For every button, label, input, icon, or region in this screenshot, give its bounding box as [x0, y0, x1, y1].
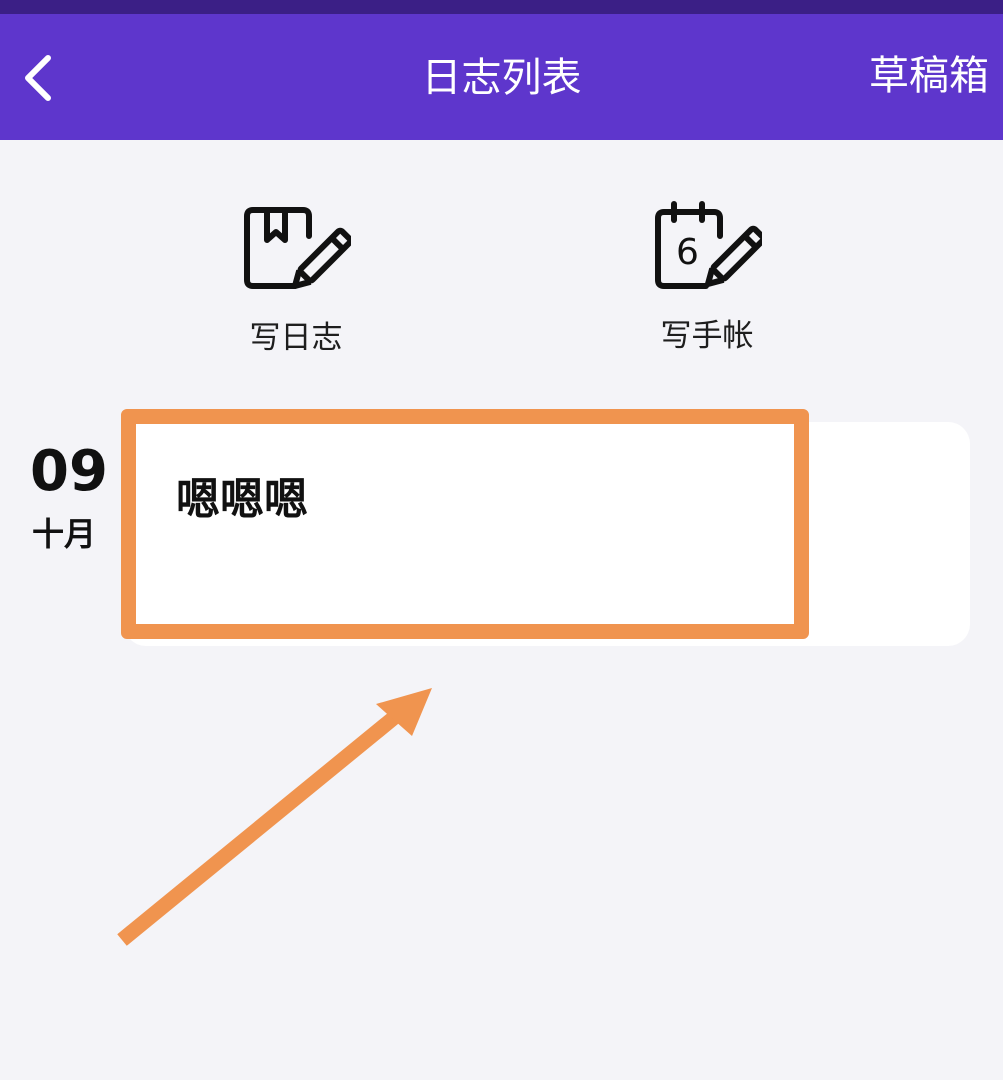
- entry-title: 嗯嗯嗯: [176, 474, 308, 525]
- journal-list-page: 日志列表 草稿箱 写日志 6 写手帐 09 十月 嗯嗯嗯: [0, 0, 1003, 1080]
- entry-date-month: 十月: [32, 515, 97, 553]
- write-planner-label: 写手帐: [660, 318, 754, 354]
- write-journal-button[interactable]: 写日志: [196, 200, 396, 358]
- write-planner-button[interactable]: 6 写手帐: [607, 198, 807, 356]
- calendar-pen-icon: 6: [655, 201, 762, 289]
- write-journal-label: 写日志: [249, 320, 343, 356]
- calendar-digit: 6: [676, 232, 699, 273]
- entry-date-day: 09: [30, 439, 108, 504]
- status-bar: [0, 0, 1003, 14]
- journal-entry-card[interactable]: 嗯嗯嗯: [124, 422, 970, 646]
- page-title: 日志列表: [421, 55, 582, 101]
- header-bar: 日志列表 草稿箱: [0, 14, 1003, 140]
- drafts-button[interactable]: 草稿箱: [869, 50, 989, 102]
- journal-pen-icon: [244, 207, 351, 290]
